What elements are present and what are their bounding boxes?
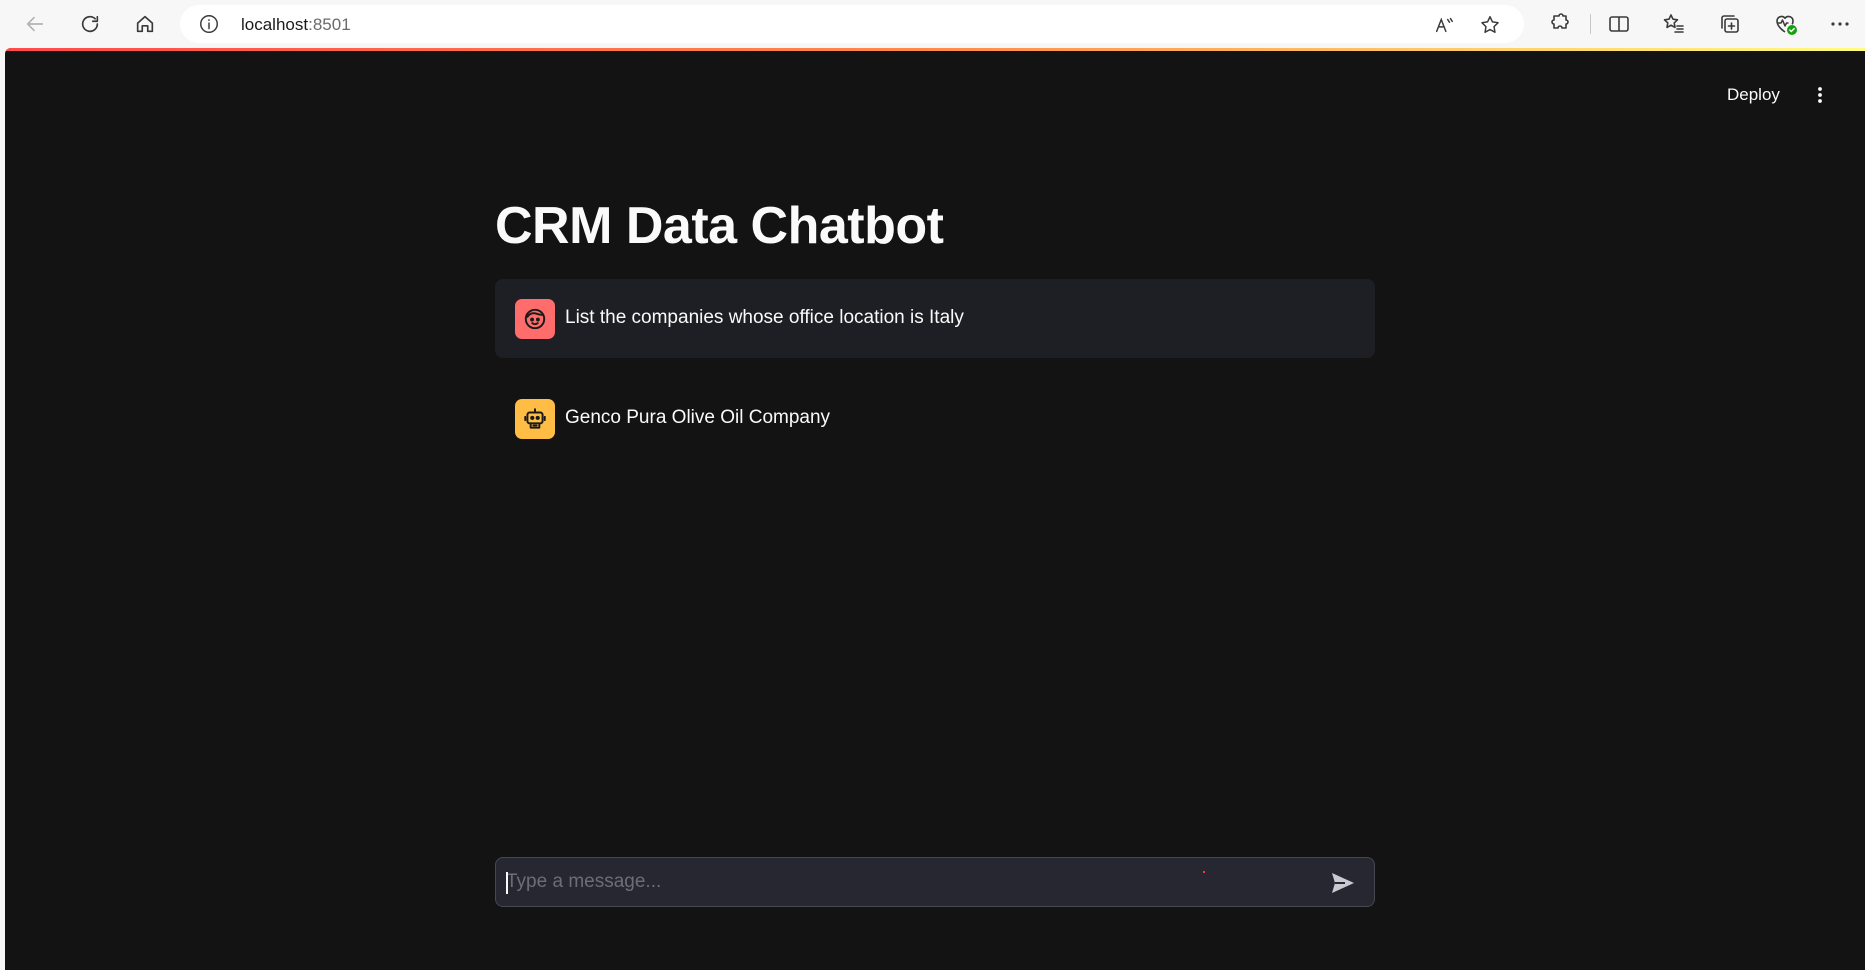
split-screen-button[interactable] — [1605, 10, 1633, 38]
home-icon — [136, 15, 154, 33]
page-title: CRM Data Chatbot — [495, 197, 944, 255]
browser-essentials-button[interactable] — [1771, 10, 1799, 38]
toolbar-separator — [1590, 14, 1591, 34]
app-viewport: Deploy CRM Data Chatbot List the compani… — [5, 48, 1865, 970]
assistant-message-text: Genco Pura Olive Oil Company — [565, 407, 831, 428]
browser-toolbar: localhost:8501 — [0, 0, 1865, 48]
url-port: :8501 — [308, 15, 351, 34]
user-face-icon — [524, 308, 546, 330]
stray-pixel — [1203, 871, 1205, 873]
url-host: localhost — [241, 15, 309, 34]
arrow-left-icon — [26, 16, 44, 32]
collections-icon — [1721, 15, 1739, 33]
puzzle-icon — [1551, 13, 1569, 29]
favorites-button[interactable] — [1660, 10, 1688, 38]
chat-message-user: List the companies whose office location… — [495, 279, 1375, 358]
refresh-button[interactable] — [72, 6, 108, 42]
back-button[interactable] — [17, 6, 53, 42]
collections-button[interactable] — [1716, 10, 1744, 38]
heart-check-icon — [1776, 15, 1797, 35]
text-cursor — [506, 872, 508, 894]
star-icon — [1481, 16, 1499, 33]
read-aloud-icon — [1435, 17, 1453, 33]
robot-icon — [524, 408, 546, 429]
more-vertical-icon — [1818, 87, 1822, 103]
main-menu-button[interactable] — [1806, 81, 1834, 109]
chat-message-assistant: Genco Pura Olive Oil Company — [495, 379, 1375, 458]
header-decoration-bar — [5, 48, 1865, 51]
user-avatar — [515, 299, 555, 339]
favorite-button[interactable] — [1478, 13, 1502, 37]
more-options-button[interactable] — [1826, 10, 1854, 38]
user-message-text: List the companies whose office location… — [565, 307, 964, 328]
more-horizontal-icon — [1831, 22, 1849, 26]
chat-message-input[interactable] — [504, 858, 1304, 906]
favorites-list-icon — [1663, 14, 1684, 33]
home-button[interactable] — [127, 6, 163, 42]
chat-input-container — [495, 857, 1375, 907]
address-bar[interactable]: localhost:8501 — [180, 5, 1524, 43]
send-button[interactable] — [1328, 869, 1358, 897]
send-icon — [1332, 873, 1354, 893]
info-icon — [200, 15, 218, 33]
site-info-button[interactable] — [198, 13, 220, 35]
assistant-avatar — [515, 399, 555, 439]
deploy-button[interactable]: Deploy — [1719, 79, 1788, 111]
refresh-icon — [81, 15, 99, 33]
url-text[interactable]: localhost:8501 — [241, 15, 351, 35]
split-screen-icon — [1609, 16, 1629, 32]
extensions-button[interactable] — [1545, 10, 1573, 38]
read-aloud-button[interactable] — [1432, 13, 1456, 37]
